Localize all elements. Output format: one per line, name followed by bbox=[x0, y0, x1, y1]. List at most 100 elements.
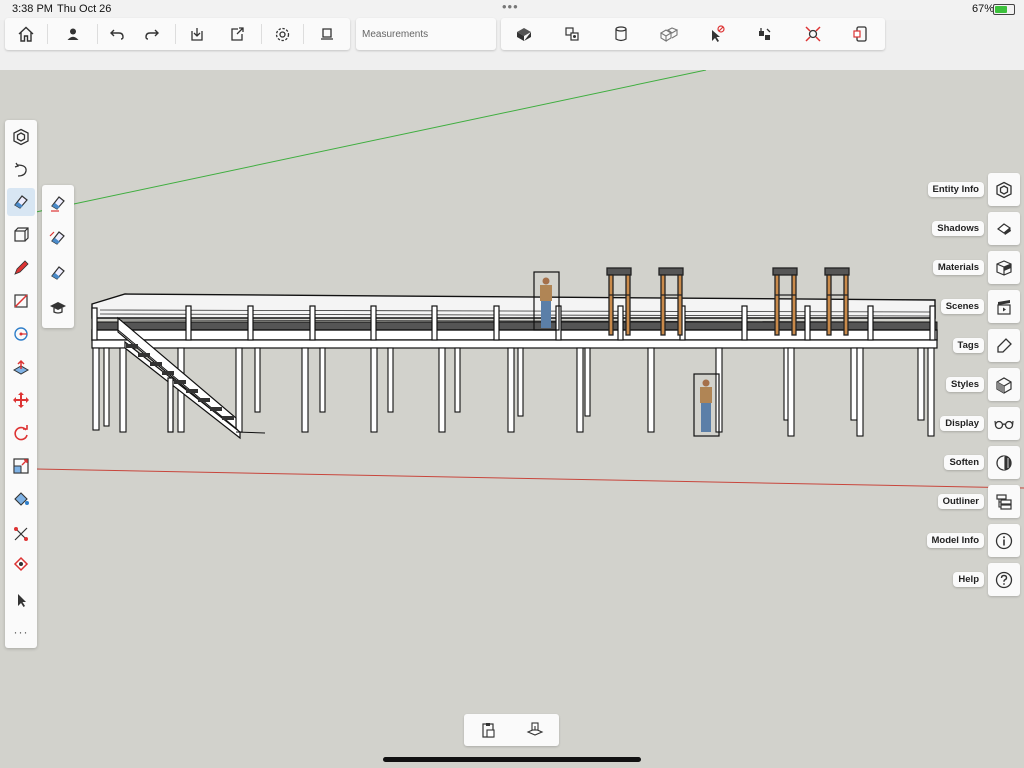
shadows-icon bbox=[996, 222, 1012, 235]
settings-icon bbox=[275, 27, 289, 41]
eraser-option[interactable] bbox=[44, 189, 72, 217]
styles-button[interactable] bbox=[988, 368, 1020, 401]
panel-label-shadows[interactable]: Shadows bbox=[932, 221, 984, 236]
green-axis bbox=[35, 70, 707, 213]
move-icon bbox=[13, 392, 29, 408]
home-indicator[interactable] bbox=[383, 757, 641, 762]
paste-button[interactable] bbox=[474, 717, 502, 743]
ar-button[interactable] bbox=[847, 21, 875, 47]
paint-bucket-tool[interactable] bbox=[7, 485, 35, 513]
export-button[interactable] bbox=[223, 21, 251, 47]
multitasking-dots[interactable]: ••• bbox=[502, 0, 519, 14]
circle-tool[interactable] bbox=[7, 320, 35, 348]
display-button[interactable] bbox=[988, 407, 1020, 440]
push-pull-box-tool[interactable] bbox=[7, 221, 35, 249]
panel-outliner[interactable]: Outliner bbox=[937, 485, 1020, 518]
redo-button[interactable] bbox=[138, 21, 166, 47]
account-button[interactable] bbox=[59, 21, 87, 47]
components-button[interactable] bbox=[655, 21, 683, 47]
undo-button[interactable] bbox=[103, 21, 131, 47]
panel-label-materials[interactable]: Materials bbox=[932, 260, 984, 275]
panel-model-info[interactable]: Model Info bbox=[926, 524, 1020, 557]
outer-shell-icon bbox=[13, 128, 29, 146]
help-button[interactable] bbox=[988, 563, 1020, 596]
import-button[interactable] bbox=[183, 21, 211, 47]
panel-tags[interactable]: Tags bbox=[952, 329, 1020, 362]
panel-label-model-info[interactable]: Model Info bbox=[926, 533, 984, 548]
panel-label-scenes[interactable]: Scenes bbox=[940, 299, 984, 314]
eraser-help-icon bbox=[50, 302, 66, 314]
view-mode-button[interactable] bbox=[510, 21, 538, 47]
panel-display[interactable]: Display bbox=[940, 407, 1020, 440]
scenes-button[interactable] bbox=[988, 290, 1020, 323]
left-tool-palette: ··· bbox=[5, 120, 37, 648]
import-icon bbox=[191, 28, 203, 41]
select-tool[interactable] bbox=[7, 586, 35, 614]
tags-icon bbox=[997, 337, 1012, 353]
eraser-flyout bbox=[42, 185, 74, 328]
outliner-button[interactable] bbox=[988, 485, 1020, 518]
panel-help[interactable]: Help bbox=[953, 563, 1020, 596]
panel-materials[interactable]: Materials bbox=[932, 251, 1020, 284]
hide-eraser-option[interactable] bbox=[44, 259, 72, 287]
scene-button[interactable] bbox=[558, 21, 586, 47]
orbit-icon bbox=[14, 162, 27, 177]
entity-info-icon bbox=[996, 181, 1012, 198]
shadows-button[interactable] bbox=[988, 212, 1020, 245]
panel-label-help[interactable]: Help bbox=[953, 572, 984, 587]
panel-styles[interactable]: Styles bbox=[946, 368, 1020, 401]
panel-label-display[interactable]: Display bbox=[940, 416, 984, 431]
panel-label-entity-info[interactable]: Entity Info bbox=[927, 182, 984, 197]
eraser-tool[interactable] bbox=[7, 188, 35, 216]
materials-button[interactable] bbox=[988, 251, 1020, 284]
orbit-tool[interactable] bbox=[7, 156, 35, 184]
entity-info-button[interactable] bbox=[988, 173, 1020, 206]
copy-to-scene-button[interactable] bbox=[521, 717, 549, 743]
stylus-button[interactable] bbox=[313, 21, 341, 47]
cylinder-button[interactable] bbox=[607, 21, 635, 47]
battery-icon bbox=[993, 4, 1015, 15]
pencil-tool[interactable] bbox=[7, 254, 35, 282]
zoom-extents-button[interactable] bbox=[799, 21, 827, 47]
section-tool[interactable] bbox=[7, 551, 35, 579]
soften-button[interactable] bbox=[988, 446, 1020, 479]
status-bar: 3:38 PM Thu Oct 26 ••• 67% bbox=[0, 0, 1024, 20]
main-toolbar bbox=[5, 18, 350, 50]
measurements-field[interactable] bbox=[356, 18, 496, 50]
eraser-icon bbox=[51, 196, 65, 212]
panel-label-soften[interactable]: Soften bbox=[944, 455, 984, 470]
dimension-tool[interactable] bbox=[7, 520, 35, 548]
person-figure-lower bbox=[693, 373, 720, 437]
panel-label-tags[interactable]: Tags bbox=[952, 338, 984, 353]
panel-scenes[interactable]: Scenes bbox=[940, 290, 1020, 323]
view-toolbar bbox=[501, 18, 885, 50]
dimension-icon bbox=[14, 527, 28, 541]
panel-label-outliner[interactable]: Outliner bbox=[937, 494, 984, 509]
home-button[interactable] bbox=[12, 21, 40, 47]
scale-tool[interactable] bbox=[7, 452, 35, 480]
panel-entity-info[interactable]: Entity Info bbox=[927, 173, 1020, 206]
eraser-help-option[interactable] bbox=[44, 294, 72, 322]
move-tool[interactable] bbox=[7, 386, 35, 414]
model-viewport[interactable] bbox=[0, 70, 1024, 768]
line-tool[interactable] bbox=[7, 287, 35, 315]
more-tools-button[interactable]: ··· bbox=[7, 618, 35, 646]
paste-icon bbox=[482, 723, 495, 738]
select-off-button[interactable] bbox=[703, 21, 731, 47]
tags-button[interactable] bbox=[988, 329, 1020, 362]
push-pull-tool[interactable] bbox=[7, 353, 35, 381]
settings-button[interactable] bbox=[268, 21, 296, 47]
eraser-icon bbox=[14, 195, 28, 209]
rotate-tool[interactable] bbox=[7, 419, 35, 447]
panel-label-styles[interactable]: Styles bbox=[946, 377, 984, 392]
hide-eraser-icon bbox=[51, 266, 65, 280]
deck-model[interactable] bbox=[91, 267, 938, 440]
model-info-button[interactable] bbox=[988, 524, 1020, 557]
panel-soften[interactable]: Soften bbox=[944, 446, 1020, 479]
outer-shell-tool[interactable] bbox=[7, 123, 35, 151]
solid-tools-button[interactable] bbox=[751, 21, 779, 47]
panel-shadows[interactable]: Shadows bbox=[932, 212, 1020, 245]
soften-eraser-option[interactable] bbox=[44, 224, 72, 252]
styles-icon bbox=[996, 376, 1012, 394]
bottom-toolbar bbox=[464, 714, 559, 746]
